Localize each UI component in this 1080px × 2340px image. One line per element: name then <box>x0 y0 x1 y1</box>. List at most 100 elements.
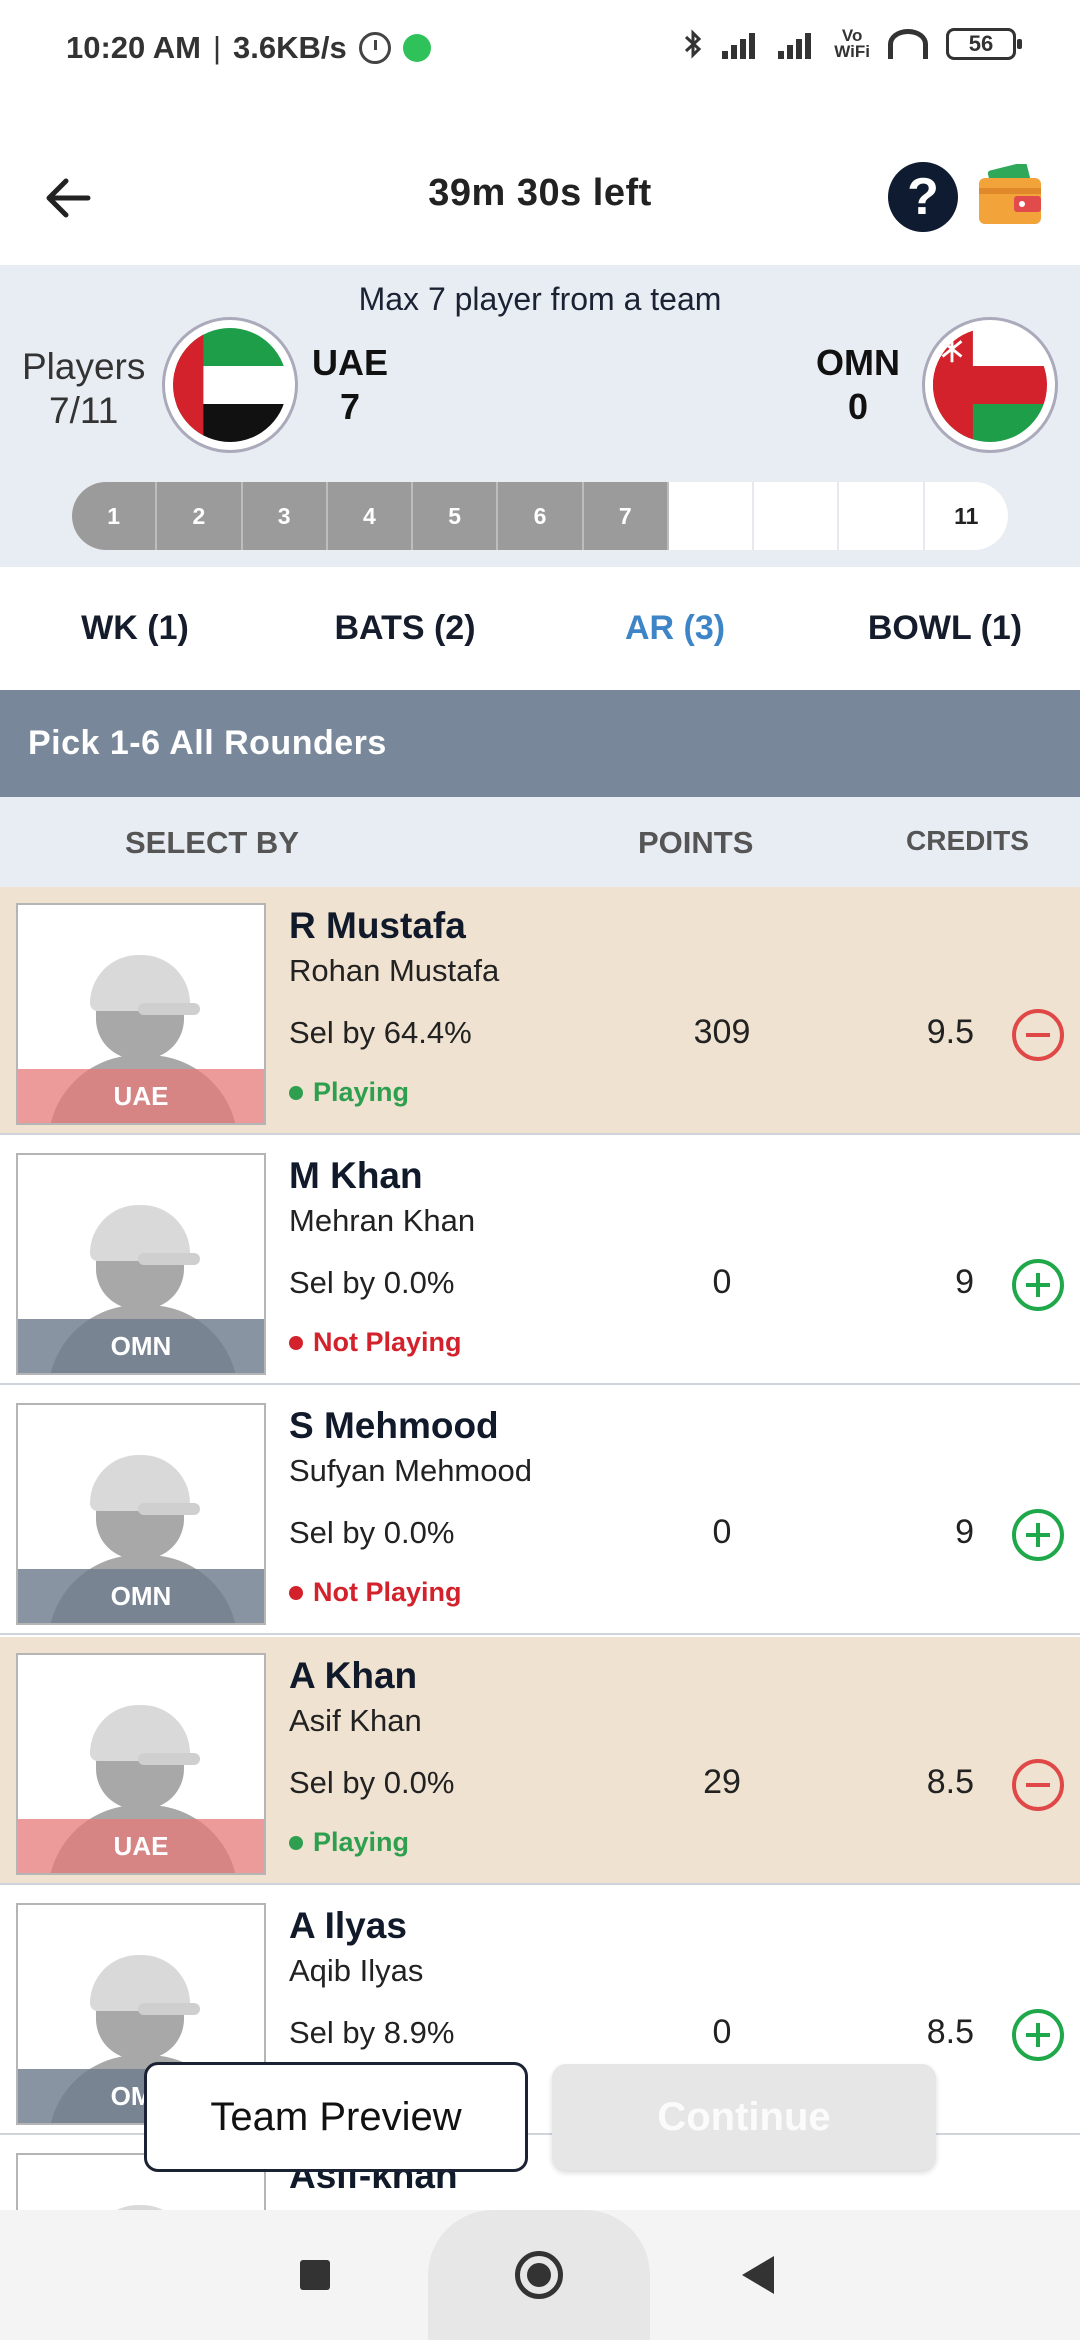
add-player-icon[interactable] <box>1012 1509 1064 1561</box>
status-bar: 10:20 AM | 3.6KB/s Vo WiFi 56 <box>0 0 1080 100</box>
avatar-visor <box>138 2003 200 2015</box>
progress-segment: 1 <box>72 482 158 550</box>
player-status-text: Playing <box>313 1077 410 1107</box>
progress-segment: 3 <box>242 482 328 550</box>
status-dot <box>289 1585 303 1600</box>
signal-icon <box>722 29 760 59</box>
avatar-visor <box>138 1003 200 1015</box>
player-points: 0 <box>712 1263 732 1301</box>
column-headers: SELECT BY POINTS CREDITS <box>0 797 1080 887</box>
player-playing-status: Playing <box>289 1827 409 1858</box>
status-left: 10:20 AM | 3.6KB/s <box>66 30 431 66</box>
bluetooth-icon <box>685 29 702 59</box>
role-tabs: WK (1) BATS (2) AR (3) BOWL (1) <box>0 567 1080 690</box>
team-preview-button[interactable]: Team Preview <box>144 2062 528 2172</box>
team2-code: OMN <box>816 342 900 383</box>
team1-count: 7 <box>339 386 361 427</box>
player-selected-by: Sel by 64.4% <box>289 1015 472 1050</box>
player-row[interactable]: UAE R Mustafa Rohan Mustafa Sel by 64.4% Pla… <box>0 887 1080 1135</box>
player-team-badge: UAE <box>18 1819 264 1873</box>
player-points: 0 <box>712 2013 732 2051</box>
player-avatar: UAE <box>16 903 266 1125</box>
select-by-header[interactable]: SELECT BY <box>125 825 299 861</box>
player-avatar: UAE <box>16 1653 266 1875</box>
nav-back-icon[interactable] <box>742 2256 774 2294</box>
home-icon[interactable] <box>515 2251 563 2299</box>
progress-segment: 7 <box>583 482 669 550</box>
oman-flag-icon <box>922 317 1058 453</box>
players-count: 7/11 <box>49 390 119 431</box>
player-full-name: Aqib Ilyas <box>289 1953 424 1988</box>
credits-header[interactable]: CREDITS <box>906 825 1029 857</box>
avatar-visor <box>138 1753 200 1765</box>
tab-wk[interactable]: WK (1) <box>0 567 270 690</box>
player-credits: 8.5 <box>926 1763 974 1801</box>
player-credits: 9 <box>955 1263 974 1301</box>
player-short-name: A Khan <box>289 1655 418 1696</box>
player-points: 309 <box>693 1013 751 1051</box>
alarm-icon <box>358 32 391 64</box>
player-short-name: M Khan <box>289 1155 423 1196</box>
progress-segment: 2 <box>157 482 243 550</box>
player-status-text: Not Playing <box>313 1327 462 1357</box>
max-player-note: Max 7 player from a team <box>358 281 722 317</box>
status-net-speed: 3.6KB/s <box>233 30 347 65</box>
player-progress-bar: 1 2 3 4 5 6 7 11 <box>72 482 1008 550</box>
wallet-icon[interactable] <box>976 164 1046 226</box>
player-row[interactable]: UAE A Khan Asif Khan Sel by 0.0% Playing 29 8.… <box>0 1637 1080 1885</box>
player-full-name: Asif Khan <box>289 1703 422 1738</box>
pick-banner: Pick 1-6 All Rounders <box>0 690 1080 797</box>
points-header[interactable]: POINTS <box>638 825 753 861</box>
progress-segment <box>669 482 755 550</box>
continue-button[interactable]: Continue <box>552 2064 936 2170</box>
team2-block: OMN 0 <box>816 341 900 429</box>
progress-segment: 11 <box>954 502 979 529</box>
player-selected-by: Sel by 0.0% <box>289 1765 455 1800</box>
player-status-text: Not Playing <box>313 1577 462 1607</box>
progress-segment <box>754 482 840 550</box>
player-row[interactable]: OMN M Khan Mehran Khan Sel by 0.0% Not Playi… <box>0 1137 1080 1385</box>
player-team-badge: UAE <box>18 1069 264 1123</box>
recents-icon[interactable] <box>300 2260 330 2290</box>
player-credits: 9.5 <box>926 1013 974 1051</box>
player-list: UAE R Mustafa Rohan Mustafa Sel by 64.4% Pla… <box>0 887 1080 2210</box>
remove-player-icon[interactable] <box>1012 1009 1064 1061</box>
player-playing-status: Not Playing <box>289 1577 462 1608</box>
vowifi-icon: Vo WiFi <box>834 27 870 60</box>
signal-icon-2 <box>778 29 816 59</box>
team1-code: UAE <box>312 342 389 383</box>
players-label: Players <box>22 346 146 387</box>
player-selected-by: Sel by 8.9% <box>289 2015 455 2050</box>
tab-bowl[interactable]: BOWL (1) <box>810 567 1080 690</box>
player-avatar: OMN <box>16 1153 266 1375</box>
progress-segment: 6 <box>498 482 584 550</box>
player-credits: 8.5 <box>926 2013 974 2051</box>
tab-bats[interactable]: BATS (2) <box>270 567 540 690</box>
player-full-name: Sufyan Mehmood <box>289 1453 532 1488</box>
player-row[interactable]: OMN S Mehmood Sufyan Mehmood Sel by 0.0% Not… <box>0 1387 1080 1635</box>
player-points: 29 <box>703 1763 741 1801</box>
player-full-name: Rohan Mustafa <box>289 953 500 988</box>
status-dot <box>289 1085 303 1100</box>
status-separator: | <box>212 30 222 65</box>
progress-segment: 5 <box>413 482 499 550</box>
status-time: 10:20 AM <box>66 30 201 65</box>
uae-flag-icon <box>162 317 298 453</box>
player-team-badge: OMN <box>18 1319 264 1373</box>
player-avatar: OMN <box>16 1403 266 1625</box>
add-player-icon[interactable] <box>1012 1259 1064 1311</box>
player-playing-status: Playing <box>289 1077 409 1108</box>
player-short-name: R Mustafa <box>289 905 466 946</box>
progress-segment <box>839 482 925 550</box>
tab-ar[interactable]: AR (3) <box>540 567 810 690</box>
add-player-icon[interactable] <box>1012 2009 1064 2061</box>
remove-player-icon[interactable] <box>1012 1759 1064 1811</box>
help-icon[interactable]: ? <box>888 162 958 232</box>
avatar-visor <box>138 1253 200 1265</box>
player-selected-by: Sel by 0.0% <box>289 1515 455 1550</box>
players-count-block: Players 7/11 <box>22 345 145 433</box>
team1-block: UAE 7 <box>312 341 388 429</box>
whatsapp-icon <box>402 34 431 62</box>
header: 39m 30s left ? <box>0 130 1080 265</box>
team-summary-panel: Max 7 player from a team Players 7/11 UA… <box>0 265 1080 567</box>
